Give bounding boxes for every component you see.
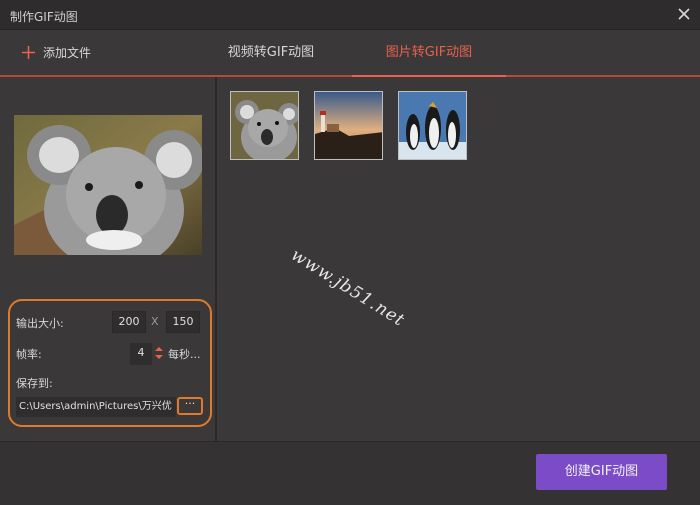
title-bar: 制作GIF动图 — [0, 0, 700, 30]
tab-image-to-gif-label: 图片转GIF动图 — [385, 45, 473, 60]
size-separator: X — [151, 315, 159, 328]
thumbnail-penguins[interactable] — [398, 91, 467, 160]
fps-unit: 每秒... — [168, 348, 201, 361]
height-input[interactable]: 150 — [166, 311, 200, 333]
left-panel: 输出大小: 200 X 150 帧率: 4 每秒... 保存到: C:\User… — [0, 77, 217, 441]
thumbnail-lighthouse[interactable] — [314, 91, 383, 160]
thumbnail-koala[interactable] — [230, 91, 299, 160]
footer-bar: 创建GIF动图 — [0, 441, 700, 505]
fps-stepper-icon[interactable] — [154, 345, 164, 361]
add-file-label: 添加文件 — [43, 46, 92, 60]
fps-label: 帧率: — [16, 348, 42, 361]
output-size-label: 输出大小: — [16, 317, 64, 330]
plus-icon — [22, 46, 35, 59]
tab-bar: 添加文件 视频转GIF动图 图片转GIF动图 — [0, 30, 700, 77]
width-input[interactable]: 200 — [112, 311, 146, 333]
output-settings: 输出大小: 200 X 150 帧率: 4 每秒... 保存到: C:\User… — [8, 299, 212, 427]
tab-video-to-gif[interactable]: 视频转GIF动图 — [210, 30, 332, 75]
fps-input[interactable]: 4 — [130, 343, 152, 365]
preview-image — [14, 115, 202, 255]
tab-image-to-gif[interactable]: 图片转GIF动图 — [352, 30, 506, 77]
browse-button[interactable]: ··· — [177, 397, 203, 415]
add-file-button[interactable]: 添加文件 — [22, 44, 91, 61]
create-gif-button[interactable]: 创建GIF动图 — [536, 454, 667, 490]
save-path-field[interactable]: C:\Users\admin\Pictures\万兴优 — [16, 397, 176, 417]
close-icon[interactable] — [676, 6, 692, 22]
save-to-label: 保存到: — [16, 377, 53, 390]
window-title: 制作GIF动图 — [10, 10, 78, 24]
